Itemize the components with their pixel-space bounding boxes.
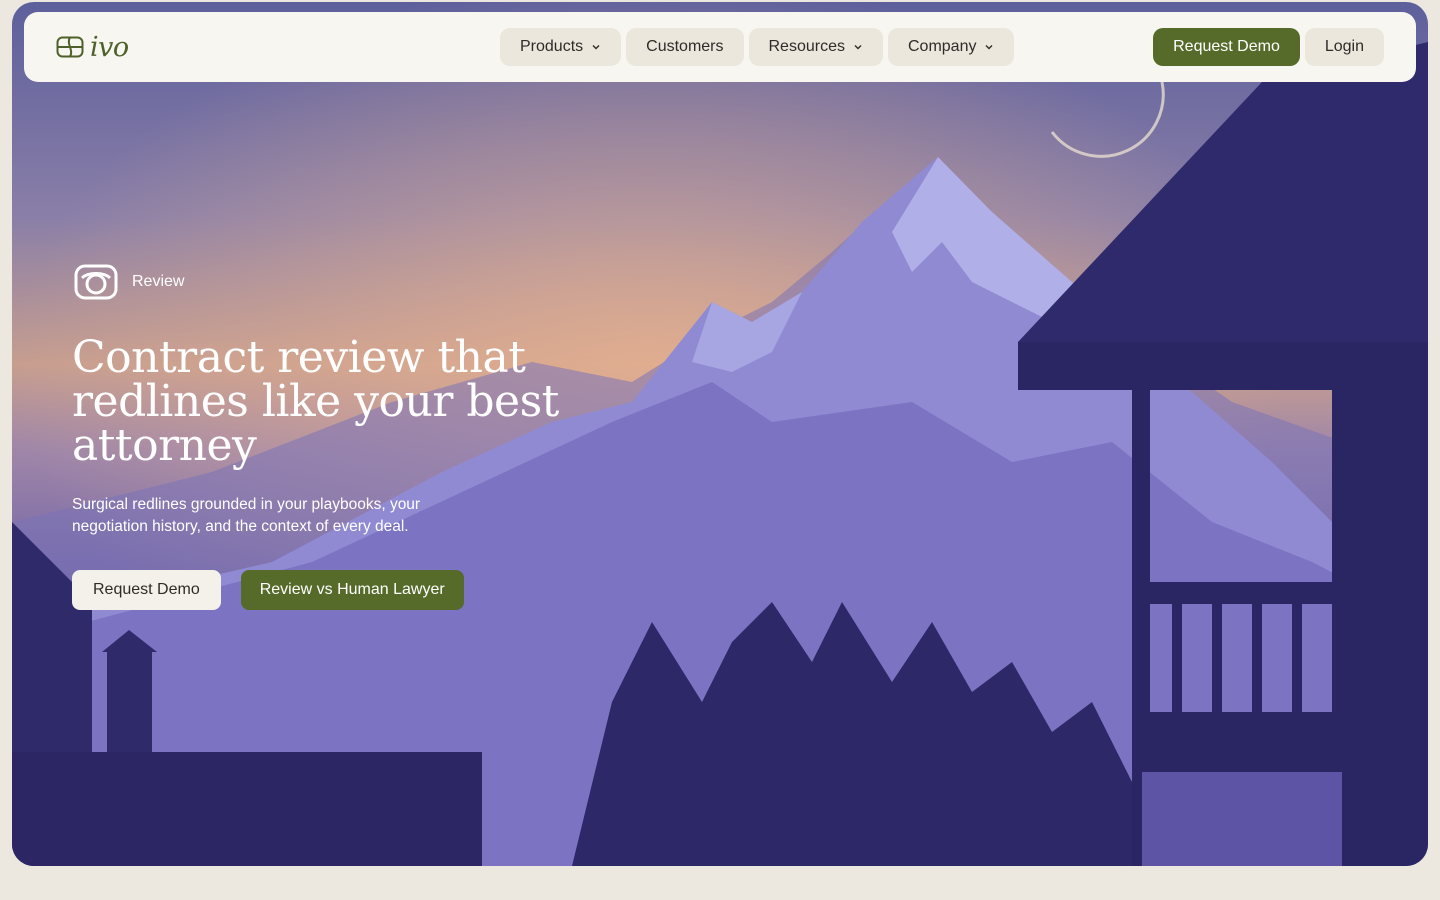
review-vs-human-lawyer-button[interactable]: Review vs Human Lawyer — [240, 570, 464, 610]
hero-cta-group: Request Demo Review vs Human Lawyer — [72, 570, 464, 610]
hero-subtext: Surgical redlines grounded in your playb… — [72, 496, 421, 535]
hero-request-demo-button[interactable]: Request Demo — [72, 570, 221, 610]
request-demo-button[interactable]: Request Demo — [1153, 28, 1300, 66]
brand-name: ivo — [90, 31, 129, 63]
nav-item-company[interactable]: Company — [887, 28, 1015, 66]
top-navbar: ivo Products Customers Resources Company… — [24, 12, 1416, 82]
nav-menu: Products Customers Resources Company — [500, 28, 1015, 66]
nav-item-label: Company — [907, 38, 977, 55]
nav-item-products[interactable]: Products — [500, 28, 622, 66]
nav-item-label: Products — [520, 38, 584, 55]
chevron-down-icon — [854, 45, 862, 50]
nav-actions: Request Demo Login — [1153, 28, 1384, 66]
review-icon — [74, 264, 118, 300]
nav-item-label: Resources — [768, 38, 845, 55]
nav-item-customers[interactable]: Customers — [626, 28, 744, 66]
chevron-down-icon — [592, 45, 600, 50]
product-badge: Review — [74, 264, 184, 300]
nav-item-label: Customers — [646, 38, 724, 55]
ivo-logo-icon — [56, 36, 84, 58]
nav-item-resources[interactable]: Resources — [748, 28, 883, 66]
brand-logo[interactable]: ivo — [56, 32, 129, 62]
login-button[interactable]: Login — [1304, 28, 1384, 66]
chevron-down-icon — [985, 45, 993, 50]
badge-label: Review — [132, 273, 185, 290]
hero-headline: Contract review that redlines like your … — [72, 332, 559, 471]
